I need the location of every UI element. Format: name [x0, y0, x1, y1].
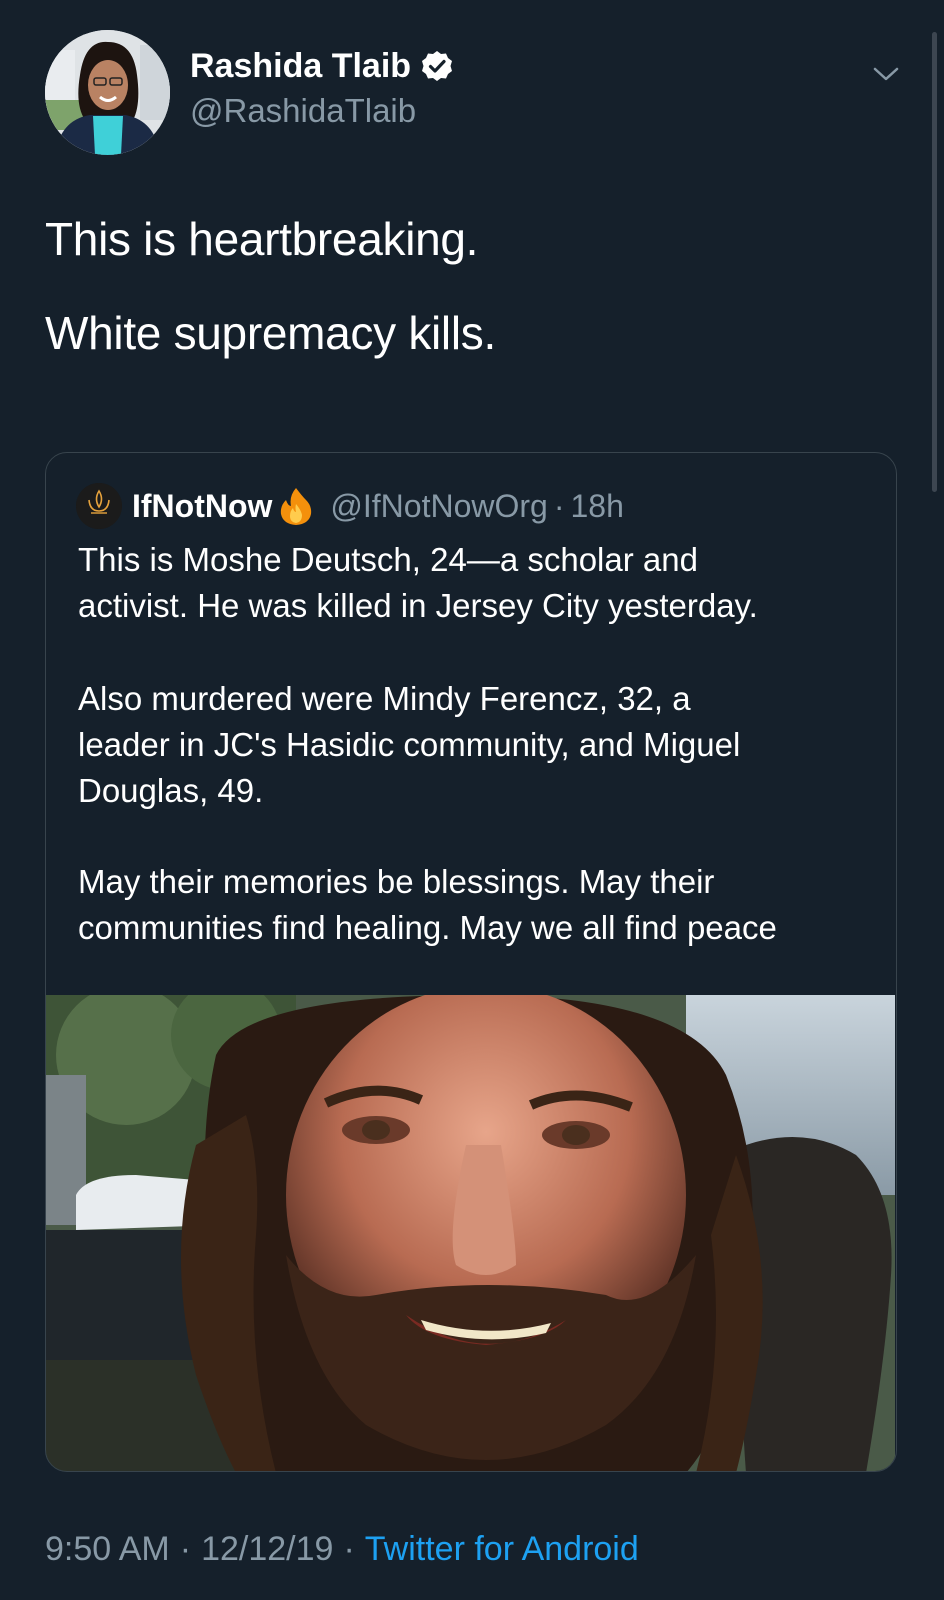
- author-handle[interactable]: @RashidaTlaib: [190, 92, 416, 130]
- tweet-text-line-2: White supremacy kills.: [45, 307, 496, 359]
- author-name[interactable]: Rashida Tlaib: [190, 47, 411, 86]
- quoted-tweet-photo[interactable]: [46, 995, 895, 1471]
- verified-badge-icon: [421, 50, 453, 82]
- quoted-tweet-card[interactable]: IfNotNow @IfNotNowOrg · 18h This is Mosh…: [45, 452, 897, 1472]
- quoted-text-line-4: leader in JC's Hasidic community, and Mi…: [78, 726, 741, 763]
- ifnotnow-logo: [76, 483, 122, 529]
- tweet-text-line-1: This is heartbreaking.: [45, 213, 479, 265]
- quoted-text-line-2: activist. He was killed in Jersey City y…: [78, 587, 758, 624]
- chevron-down-icon[interactable]: [872, 60, 900, 88]
- fire-emoji-icon: [278, 486, 314, 526]
- scrollbar[interactable]: [932, 32, 937, 492]
- tweet-time[interactable]: 9:50 AM: [45, 1530, 170, 1569]
- tweet-date[interactable]: 12/12/19: [201, 1530, 333, 1569]
- quoted-text-line-6: May their memories be blessings. May the…: [78, 863, 715, 900]
- quoted-text-line-3: Also murdered were Mindy Ferencz, 32, a: [78, 680, 691, 717]
- author-avatar[interactable]: [45, 30, 170, 155]
- quoted-separator: ·: [553, 487, 565, 524]
- tweet-source-link[interactable]: Twitter for Android: [365, 1530, 639, 1569]
- footer-separator: ·: [179, 1530, 192, 1568]
- quoted-author-handle[interactable]: @IfNotNowOrg: [330, 488, 547, 525]
- footer-separator-2: ·: [343, 1530, 355, 1568]
- author-name-row[interactable]: Rashida Tlaib: [190, 46, 453, 86]
- quoted-time-ago[interactable]: 18h: [570, 488, 623, 525]
- quoted-author-name[interactable]: IfNotNow: [132, 488, 272, 525]
- tweet-footer: 9:50 AM · 12/12/19 · Twitter for Android: [45, 1530, 639, 1569]
- quoted-text-line-5: Douglas, 49.: [78, 772, 264, 809]
- quoted-tweet-header: IfNotNow @IfNotNowOrg · 18h: [76, 481, 624, 531]
- quoted-text-line-1: This is Moshe Deutsch, 24—a scholar and: [78, 541, 698, 578]
- quoted-text-line-7: communities find healing. May we all fin…: [78, 909, 777, 946]
